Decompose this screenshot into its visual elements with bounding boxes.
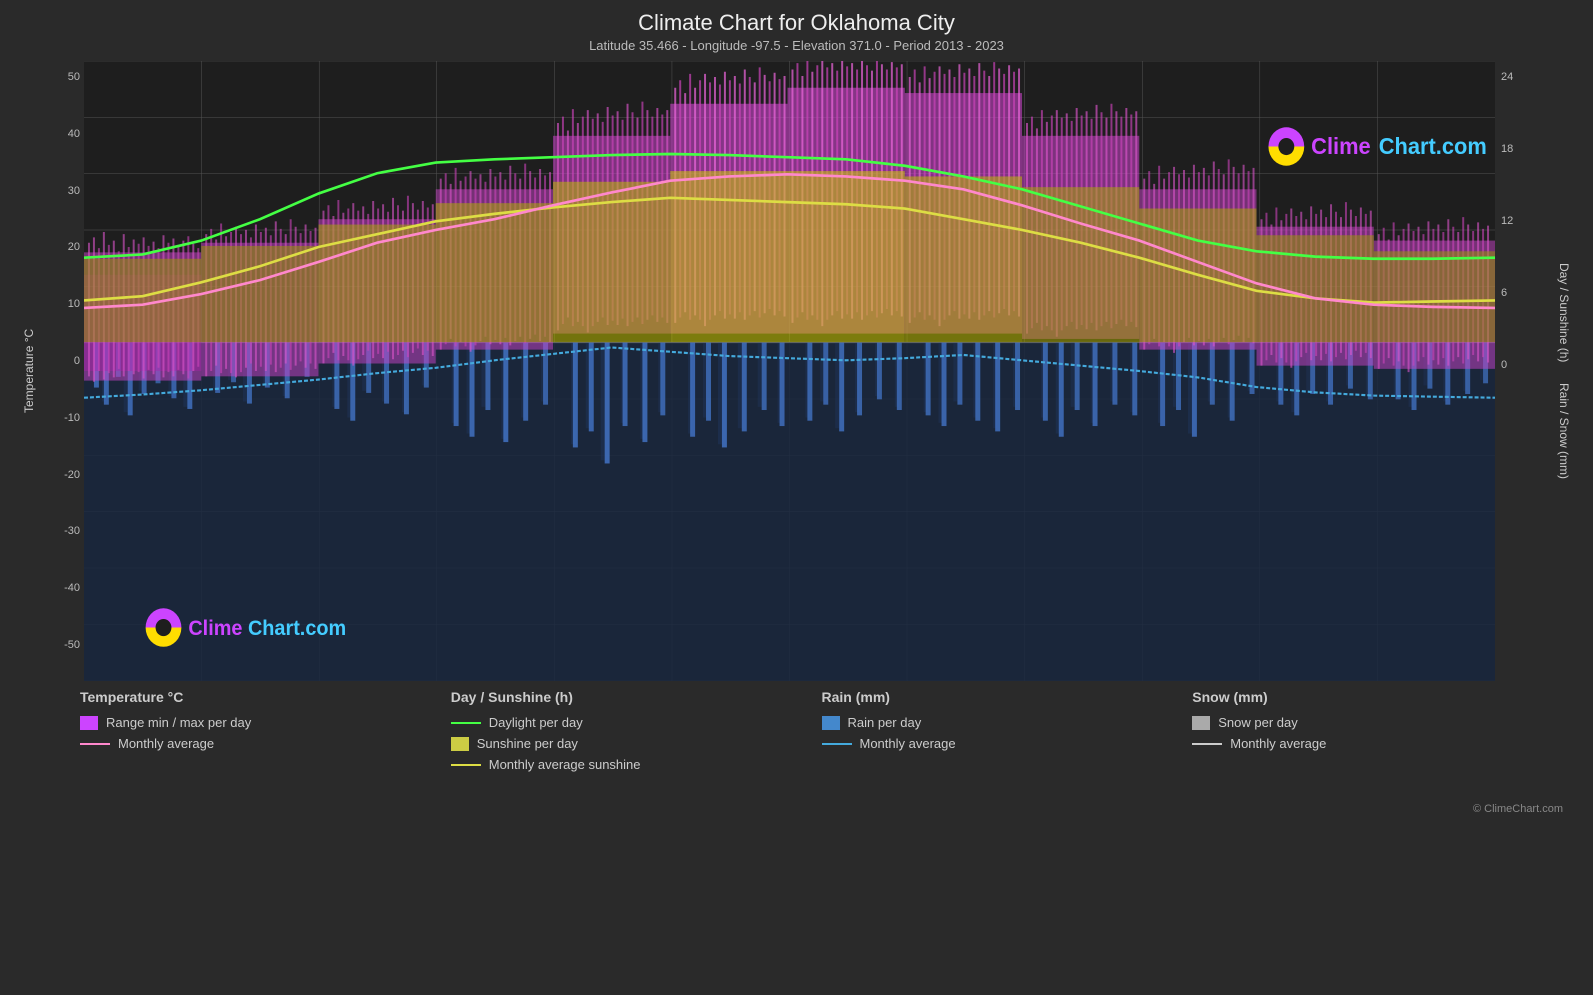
right-axis-wrapper: 24 18 12 6 0 Day / Sunshine (h) Rain / S… — [1495, 61, 1573, 681]
legend-item-rain: Rain per day — [822, 715, 1173, 730]
legend-title-sunshine: Day / Sunshine (h) — [451, 689, 802, 705]
legend-title-temperature: Temperature °C — [80, 689, 431, 705]
legend-label-rain: Rain per day — [848, 715, 922, 730]
temp-avg-line-swatch — [80, 743, 110, 745]
legend-label-avg-sunshine: Monthly average sunshine — [489, 757, 641, 772]
legend-label-temp-range: Range min / max per day — [106, 715, 251, 730]
legend-group-temperature: Temperature °C Range min / max per day M… — [80, 689, 451, 797]
legend-item-avg-sunshine: Monthly average sunshine — [451, 757, 802, 772]
y-axis-right-label: Day / Sunshine (h) Rain / Snow (mm) — [1555, 61, 1573, 681]
y-axis-left: 50 40 30 20 10 0 -10 -20 -30 -40 -50 — [38, 61, 84, 681]
legend-item-daylight: Daylight per day — [451, 715, 802, 730]
legend-item-temp-avg: Monthly average — [80, 736, 431, 751]
legend-title-snow: Snow (mm) — [1192, 689, 1543, 705]
legend-label-temp-avg: Monthly average — [118, 736, 214, 751]
daylight-line-swatch — [451, 722, 481, 724]
legend-item-temp-range: Range min / max per day — [80, 715, 431, 730]
sunshine-swatch — [451, 737, 469, 751]
rain-avg-swatch — [822, 743, 852, 745]
chart-main: Clime Chart.com Clime Chart.com Jan Feb … — [84, 61, 1495, 681]
legend-label-sunshine: Sunshine per day — [477, 736, 578, 751]
snow-avg-swatch — [1192, 743, 1222, 745]
legend-item-snow-avg: Monthly average — [1192, 736, 1543, 751]
legend-group-snow: Snow (mm) Snow per day Monthly average — [1192, 689, 1563, 797]
legend-item-rain-avg: Monthly average — [822, 736, 1173, 751]
legend-group-sunshine: Day / Sunshine (h) Daylight per day Suns… — [451, 689, 822, 797]
chart-area-wrapper: Temperature °C 50 40 30 20 10 0 -10 -20 … — [20, 61, 1573, 681]
legend-area: Temperature °C Range min / max per day M… — [20, 681, 1573, 801]
chart-header: Climate Chart for Oklahoma City Latitude… — [20, 10, 1573, 53]
y-axis-left-label: Temperature °C — [20, 61, 38, 681]
y-axis-right-top: 24 18 12 6 0 — [1495, 61, 1555, 371]
legend-label-daylight: Daylight per day — [489, 715, 583, 730]
legend-label-snow-avg: Monthly average — [1230, 736, 1326, 751]
legend-title-rain: Rain (mm) — [822, 689, 1173, 705]
legend-item-snow: Snow per day — [1192, 715, 1543, 730]
chart-title: Climate Chart for Oklahoma City — [20, 10, 1573, 36]
rain-swatch — [822, 716, 840, 730]
svg-text:Clime: Clime — [1311, 132, 1371, 159]
avg-sunshine-swatch — [451, 764, 481, 766]
snow-swatch — [1192, 716, 1210, 730]
legend-label-rain-avg: Monthly average — [860, 736, 956, 751]
chart-subtitle: Latitude 35.466 - Longitude -97.5 - Elev… — [20, 38, 1573, 53]
chart-svg: Clime Chart.com Clime Chart.com — [84, 61, 1495, 681]
copyright: © ClimeChart.com — [20, 803, 1573, 815]
svg-text:Chart.com: Chart.com — [1379, 132, 1487, 159]
legend-group-rain: Rain (mm) Rain per day Monthly average — [822, 689, 1193, 797]
legend-item-sunshine: Sunshine per day — [451, 736, 802, 751]
temp-range-swatch — [80, 716, 98, 730]
legend-label-snow: Snow per day — [1218, 715, 1298, 730]
svg-text:Chart.com: Chart.com — [248, 616, 346, 640]
svg-text:Clime: Clime — [188, 616, 242, 640]
